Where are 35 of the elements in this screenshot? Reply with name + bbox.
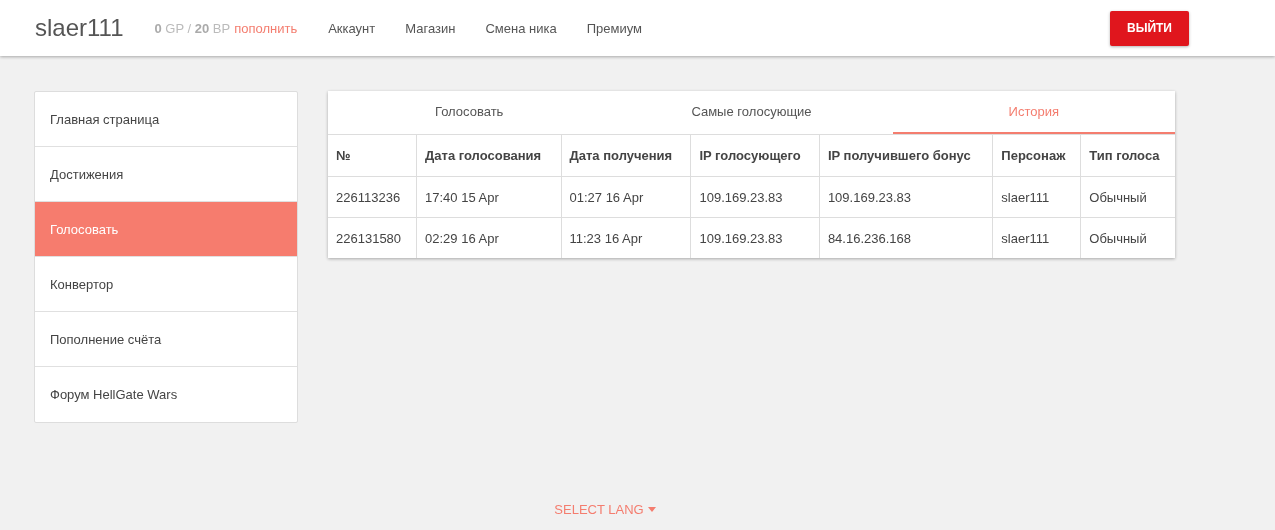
- sidebar-item[interactable]: Главная страница: [35, 92, 297, 147]
- sidebar-item[interactable]: Пополнение счёта: [35, 312, 297, 367]
- nav-link[interactable]: Магазин: [405, 20, 456, 36]
- column-header: IP получившего бонус: [819, 135, 993, 177]
- column-header: №: [328, 135, 417, 177]
- column-header: IP голосующего: [690, 135, 820, 177]
- table-cell: Обычный: [1080, 217, 1175, 258]
- nav-link[interactable]: Премиум: [586, 20, 642, 36]
- column-header: Дата получения: [561, 135, 691, 177]
- sidebar-item[interactable]: Форум HellGate Wars: [35, 367, 297, 422]
- table-cell: 11:23 16 Apr: [561, 217, 691, 258]
- tab[interactable]: Голосовать: [328, 91, 611, 134]
- table-cell: 226131580: [328, 217, 417, 258]
- table-cell: 109.169.23.83: [690, 217, 820, 258]
- table-cell: 02:29 16 Apr: [416, 217, 561, 258]
- column-header: Тип голоса: [1080, 135, 1175, 177]
- table-cell: slaer111: [992, 217, 1081, 258]
- column-header: Персонаж: [992, 135, 1081, 177]
- column-header: Дата голосования: [416, 135, 561, 177]
- tab[interactable]: Самые голосующие: [610, 91, 893, 134]
- table-cell: 109.169.23.83: [819, 176, 993, 218]
- table-cell: slaer111: [992, 176, 1081, 218]
- username: slaer111: [35, 14, 124, 42]
- table-cell: 17:40 15 Apr: [416, 176, 561, 218]
- nav-link[interactable]: Смена ника: [485, 20, 557, 36]
- nav-link[interactable]: Аккаунт: [328, 20, 376, 36]
- table-cell: 109.169.23.83: [690, 176, 820, 218]
- logout-button[interactable]: ВЫЙТИ: [1110, 10, 1189, 46]
- table-cell: 226113236: [328, 176, 417, 218]
- balance-text: 0 GP / 20 BP: [154, 20, 231, 36]
- table-cell: 01:27 16 Apr: [561, 176, 691, 218]
- caret-icon: [647, 507, 656, 512]
- sidebar-item[interactable]: Конвертор: [35, 257, 297, 312]
- table-cell: Обычный: [1080, 176, 1175, 218]
- table-cell: 84.16.236.168: [819, 217, 993, 258]
